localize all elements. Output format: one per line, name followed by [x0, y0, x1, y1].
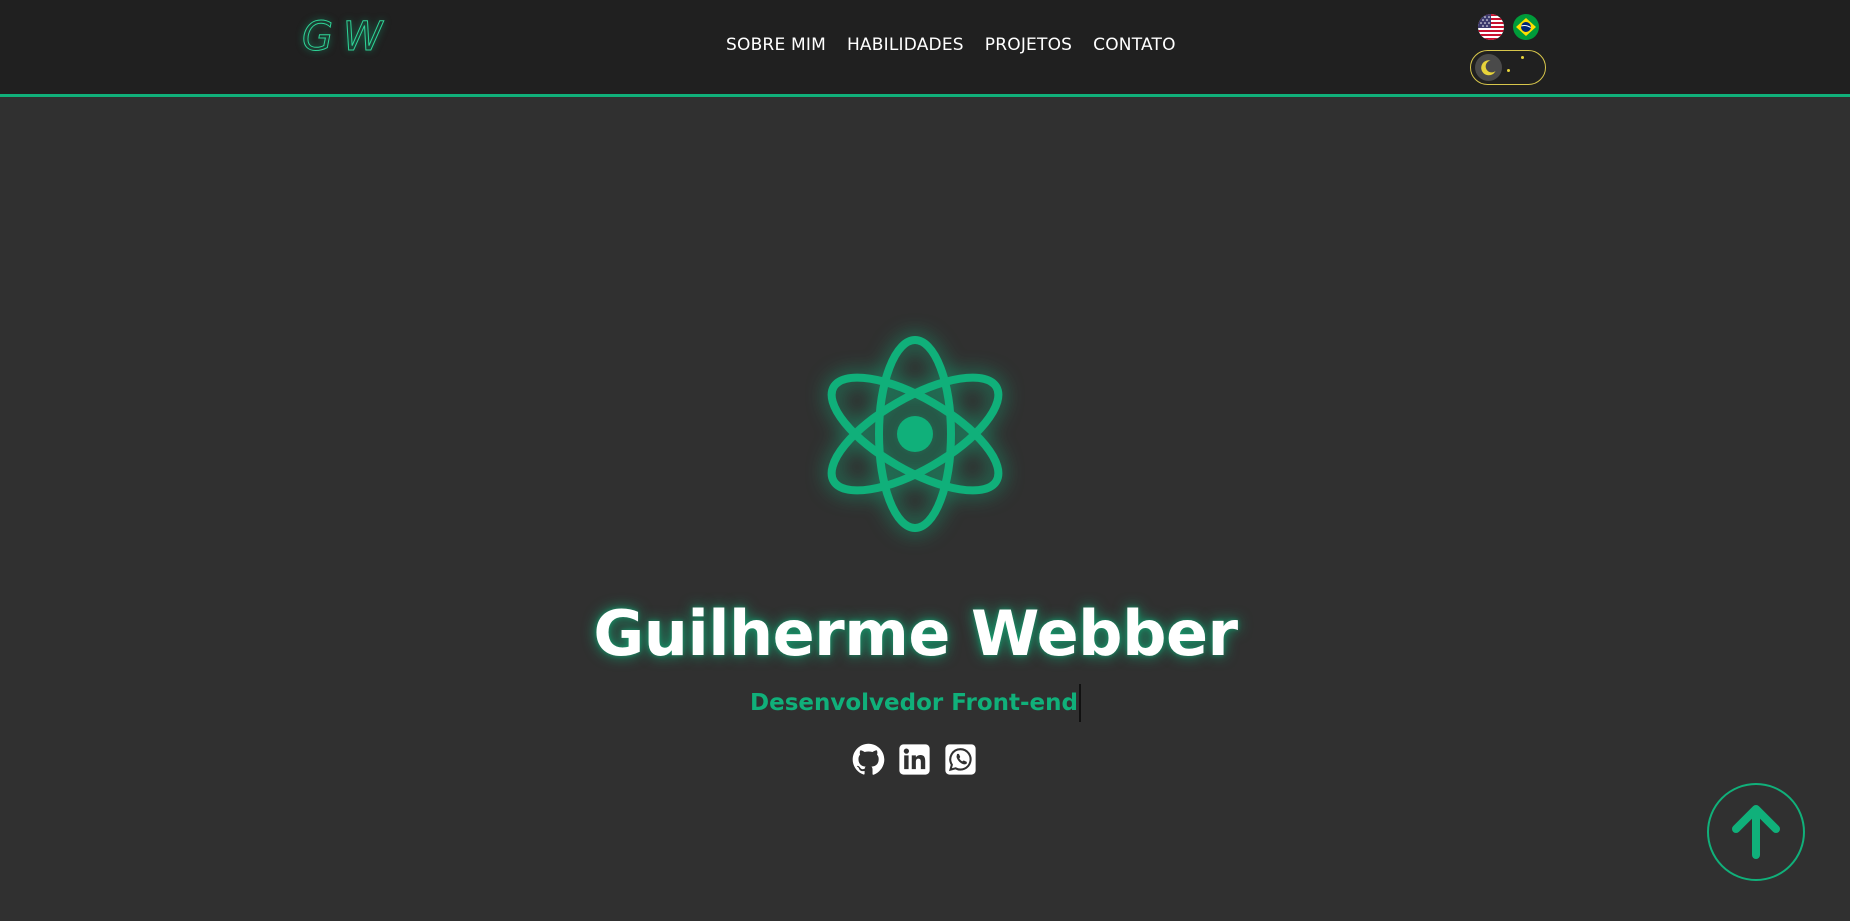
- react-atom-icon: [819, 333, 1011, 533]
- nav-link-sobre-mim[interactable]: SOBRE MIM: [726, 35, 826, 55]
- main-nav: SOBRE MIM HABILIDADES PROJETOS CONTATO: [726, 35, 1176, 55]
- us-flag-icon[interactable]: [1478, 14, 1504, 40]
- site-header: GW SOBRE MIM HABILIDADES PROJETOS CONTAT…: [0, 0, 1850, 97]
- arrow-up-icon: [1732, 805, 1780, 859]
- social-links: [852, 743, 977, 776]
- whatsapp-icon[interactable]: [944, 743, 977, 776]
- nav-link-contato[interactable]: CONTATO: [1093, 35, 1176, 55]
- hero-role: Desenvolvedor Front-end: [750, 684, 1081, 722]
- nav-link-projetos[interactable]: PROJETOS: [985, 35, 1072, 55]
- star-decoration: [1507, 69, 1510, 72]
- hero-name: Guilherme Webber: [593, 597, 1238, 670]
- hero-role-container: Desenvolvedor Front-end: [0, 684, 1831, 722]
- star-decoration: [1521, 56, 1524, 59]
- brazil-flag-icon[interactable]: [1513, 14, 1539, 40]
- linkedin-icon[interactable]: [898, 743, 931, 776]
- moon-icon: [1475, 54, 1502, 81]
- site-logo[interactable]: GW: [302, 14, 393, 61]
- nav-link-habilidades[interactable]: HABILIDADES: [847, 35, 964, 55]
- scroll-to-top-button[interactable]: [1707, 783, 1805, 881]
- theme-toggle[interactable]: [1470, 50, 1546, 85]
- github-icon[interactable]: [852, 743, 885, 776]
